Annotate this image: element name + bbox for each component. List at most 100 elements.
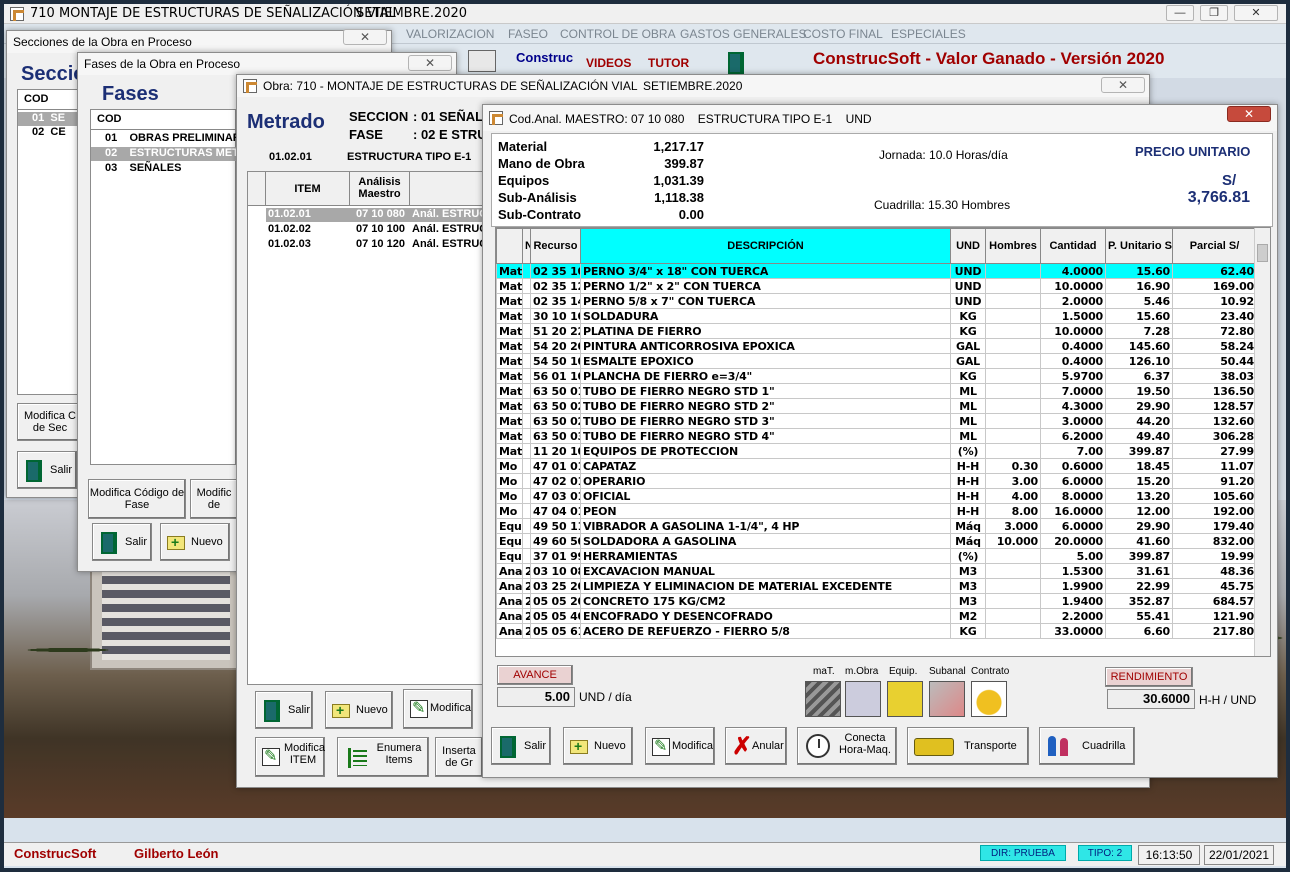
inserta-button[interactable]: Inserta de Gr: [435, 737, 483, 777]
analisis-nuevo-button[interactable]: Nuevo: [563, 727, 633, 765]
table-row[interactable]: Ana205 05 610ACERO DE REFUERZO - FIERRO …: [496, 623, 1257, 639]
scrollbar-thumb[interactable]: [1257, 244, 1268, 262]
rendimiento-button[interactable]: RENDIMIENTO: [1105, 667, 1193, 687]
select-all-icon[interactable]: [248, 172, 266, 206]
cell-recurso: 30 10 100: [530, 308, 581, 324]
table-row[interactable]: Mat 54 20 200PINTURA ANTICORROSIVA EPOXIC…: [496, 338, 1257, 354]
list-item[interactable]: 02 ESTRUCTURAS MET: [91, 147, 239, 161]
table-row[interactable]: 01.02.01 07 10 080 Anál. ESTRUC: [266, 208, 488, 222]
table-row[interactable]: Mat 02 35 100PERNO 3/4" x 18" CON TUERCAU…: [496, 263, 1257, 279]
table-row[interactable]: Mat 02 35 120PERNO 1/2" x 2" CON TUERCAUN…: [496, 278, 1257, 294]
exit-door-icon[interactable]: [728, 52, 744, 74]
menu-gastos-generales[interactable]: GASTOS GENERALES: [680, 27, 807, 41]
cell-cantidad: 6.2000: [1040, 428, 1106, 444]
table-row[interactable]: 01.02.02 07 10 100 Anál. ESTRUC: [266, 223, 488, 237]
table-row[interactable]: Mat 63 50 030TUBO DE FIERRO NEGRO STD 4"M…: [496, 428, 1257, 444]
fases-nuevo-button[interactable]: Nuevo: [160, 523, 230, 561]
obra-nuevo-button[interactable]: Nuevo: [325, 691, 393, 729]
minimize-button[interactable]: —: [1166, 5, 1194, 21]
table-row[interactable]: Ana205 05 400ENCOFRADO Y DESENCOFRADOM2 2…: [496, 608, 1257, 624]
cell-hombres: [985, 413, 1041, 429]
avance-field[interactable]: 5.00: [497, 687, 575, 707]
table-row[interactable]: Mat 63 50 018TUBO DE FIERRO NEGRO STD 1"M…: [496, 383, 1257, 399]
cell-desc: ENCOFRADO Y DESENCOFRADO: [580, 608, 951, 624]
obra-salir-button[interactable]: Salir: [255, 691, 313, 729]
modifica-item-button[interactable]: Modifica ITEM: [255, 737, 325, 777]
cell-hombres: [985, 548, 1041, 564]
table-row[interactable]: Equ 49 50 110VIBRADOR A GASOLINA 1-1/4", …: [496, 518, 1257, 534]
cell-recurso: 02 35 140: [530, 293, 581, 309]
equipment-icon[interactable]: [887, 681, 923, 717]
close-button[interactable]: ✕: [1234, 5, 1278, 21]
secciones-close-button[interactable]: ✕: [343, 29, 387, 45]
modifica-fase-button[interactable]: Modific de: [190, 479, 238, 519]
cell-und: ML: [950, 428, 986, 444]
table-row[interactable]: Equ 49 60 500SOLDADORA A GASOLINAMáq10.00…: [496, 533, 1257, 549]
summary-label: Mano de Obra: [498, 156, 585, 171]
menu-control-obra[interactable]: CONTROL DE OBRA: [560, 27, 676, 41]
materials-icon[interactable]: [805, 681, 841, 717]
table-row[interactable]: Mo 47 04 010PEONH-H8.0016.000012.00192.00: [496, 503, 1257, 519]
cuadrilla-button[interactable]: Cuadrilla: [1039, 727, 1135, 765]
transporte-button[interactable]: Transporte: [907, 727, 1029, 765]
printer-icon[interactable]: [468, 50, 496, 72]
modifica-seccion-button[interactable]: Modifica C de Sec: [17, 403, 83, 441]
table-row[interactable]: Mat 54 50 100ESMALTE EPOXICOGAL 0.4000126.…: [496, 353, 1257, 369]
workers-icon[interactable]: [845, 681, 881, 717]
table-row[interactable]: Mat 63 50 024TUBO DE FIERRO NEGRO STD 2"M…: [496, 398, 1257, 414]
restore-button[interactable]: ❐: [1200, 5, 1228, 21]
table-row[interactable]: Equ 37 01 990HERRAMIENTAS(%) 5.00399.8719.…: [496, 548, 1257, 564]
cell-desc: PLATINA DE FIERRO: [580, 323, 951, 339]
menu-especiales[interactable]: ESPECIALES: [891, 27, 966, 41]
app-period: SETIEMBRE.2020: [356, 6, 468, 21]
cell-tipo: Equ: [496, 518, 523, 534]
table-row[interactable]: Mo 47 01 010CAPATAZH-H0.300.600018.4511.0…: [496, 458, 1257, 474]
fases-close-button[interactable]: ✕: [408, 55, 452, 71]
table-row[interactable]: Mat 02 35 140PERNO 5/8 x 7" CON TUERCAUND…: [496, 293, 1257, 309]
table-row[interactable]: Mo 47 03 010OFICIALH-H4.008.000013.20105.…: [496, 488, 1257, 504]
cell-recurso: 47 01 010: [530, 458, 581, 474]
grid-scrollbar[interactable]: [1254, 228, 1270, 656]
table-row[interactable]: Ana205 05 200CONCRETO 175 KG/CM2M3 1.9400…: [496, 593, 1257, 609]
secciones-salir-button[interactable]: Salir: [17, 451, 77, 489]
avance-button[interactable]: AVANCE: [497, 665, 573, 685]
anular-button[interactable]: ✗ Anular: [725, 727, 787, 765]
list-item[interactable]: 01 OBRAS PRELIMINAR: [91, 132, 241, 146]
table-row[interactable]: Mo 47 02 010OPERARIOH-H3.006.000015.2091.…: [496, 473, 1257, 489]
table-row[interactable]: Mat 56 01 100PLANCHA DE FIERRO e=3/4"KG 5.…: [496, 368, 1257, 384]
edit-icon: [652, 736, 670, 756]
menu-faseo[interactable]: FASEO: [508, 27, 548, 41]
status-time: 16:13:50: [1138, 845, 1200, 865]
table-row[interactable]: Mat 63 50 028TUBO DE FIERRO NEGRO STD 3"M…: [496, 413, 1257, 429]
analisis-modifica-button[interactable]: Modifica: [645, 727, 715, 765]
table-row[interactable]: Mat 30 10 100SOLDADURAKG 1.500015.6023.40: [496, 308, 1257, 324]
menu-costo-final[interactable]: COSTO FINAL: [803, 27, 883, 41]
modifica-codigo-fase-button[interactable]: Modifica Código de Fase: [88, 479, 186, 519]
conecta-horamaq-button[interactable]: Conecta Hora-Maq.: [797, 727, 897, 765]
table-row[interactable]: Ana203 25 200LIMPIEZA Y ELIMINACION DE M…: [496, 578, 1257, 594]
cell-cantidad: 7.0000: [1040, 383, 1106, 399]
cell-desc: OFICIAL: [580, 488, 951, 504]
cell-desc: OPERARIO: [580, 473, 951, 489]
obra-modifica-button[interactable]: Modifica: [403, 689, 473, 729]
videos-button[interactable]: VIDEOS: [586, 56, 631, 70]
subanalysis-icon[interactable]: [929, 681, 965, 717]
menu-valorizacion[interactable]: VALORIZACION: [406, 27, 494, 41]
enumera-items-button[interactable]: Enumera Items: [337, 737, 429, 777]
tutor-button[interactable]: TUTOR: [648, 56, 689, 70]
fases-salir-button[interactable]: Salir: [92, 523, 152, 561]
obra-close-button[interactable]: ✕: [1101, 77, 1145, 93]
table-row[interactable]: Ana203 10 080EXCAVACION MANUALM3 1.530031…: [496, 563, 1257, 579]
analisis-close-button[interactable]: ✕: [1227, 106, 1271, 122]
contract-helmet-icon[interactable]: [971, 681, 1007, 717]
table-row[interactable]: Mat 11 20 100EQUIPOS DE PROTECCION(%) 7.00…: [496, 443, 1257, 459]
analisis-salir-button[interactable]: Salir: [491, 727, 551, 765]
table-row[interactable]: Mat 51 20 220PLATINA DE FIERROKG 10.00007.…: [496, 323, 1257, 339]
door-icon: [264, 700, 280, 722]
list-item[interactable]: 03 SEÑALES: [91, 162, 237, 176]
table-row[interactable]: 01.02.03 07 10 120 Anál. ESTRUC: [266, 238, 488, 252]
rendimiento-field[interactable]: 30.6000: [1107, 689, 1195, 709]
toolbar-brand[interactable]: Construc: [516, 50, 573, 65]
cell-hombres: [985, 623, 1041, 639]
cell-n: [522, 503, 531, 519]
